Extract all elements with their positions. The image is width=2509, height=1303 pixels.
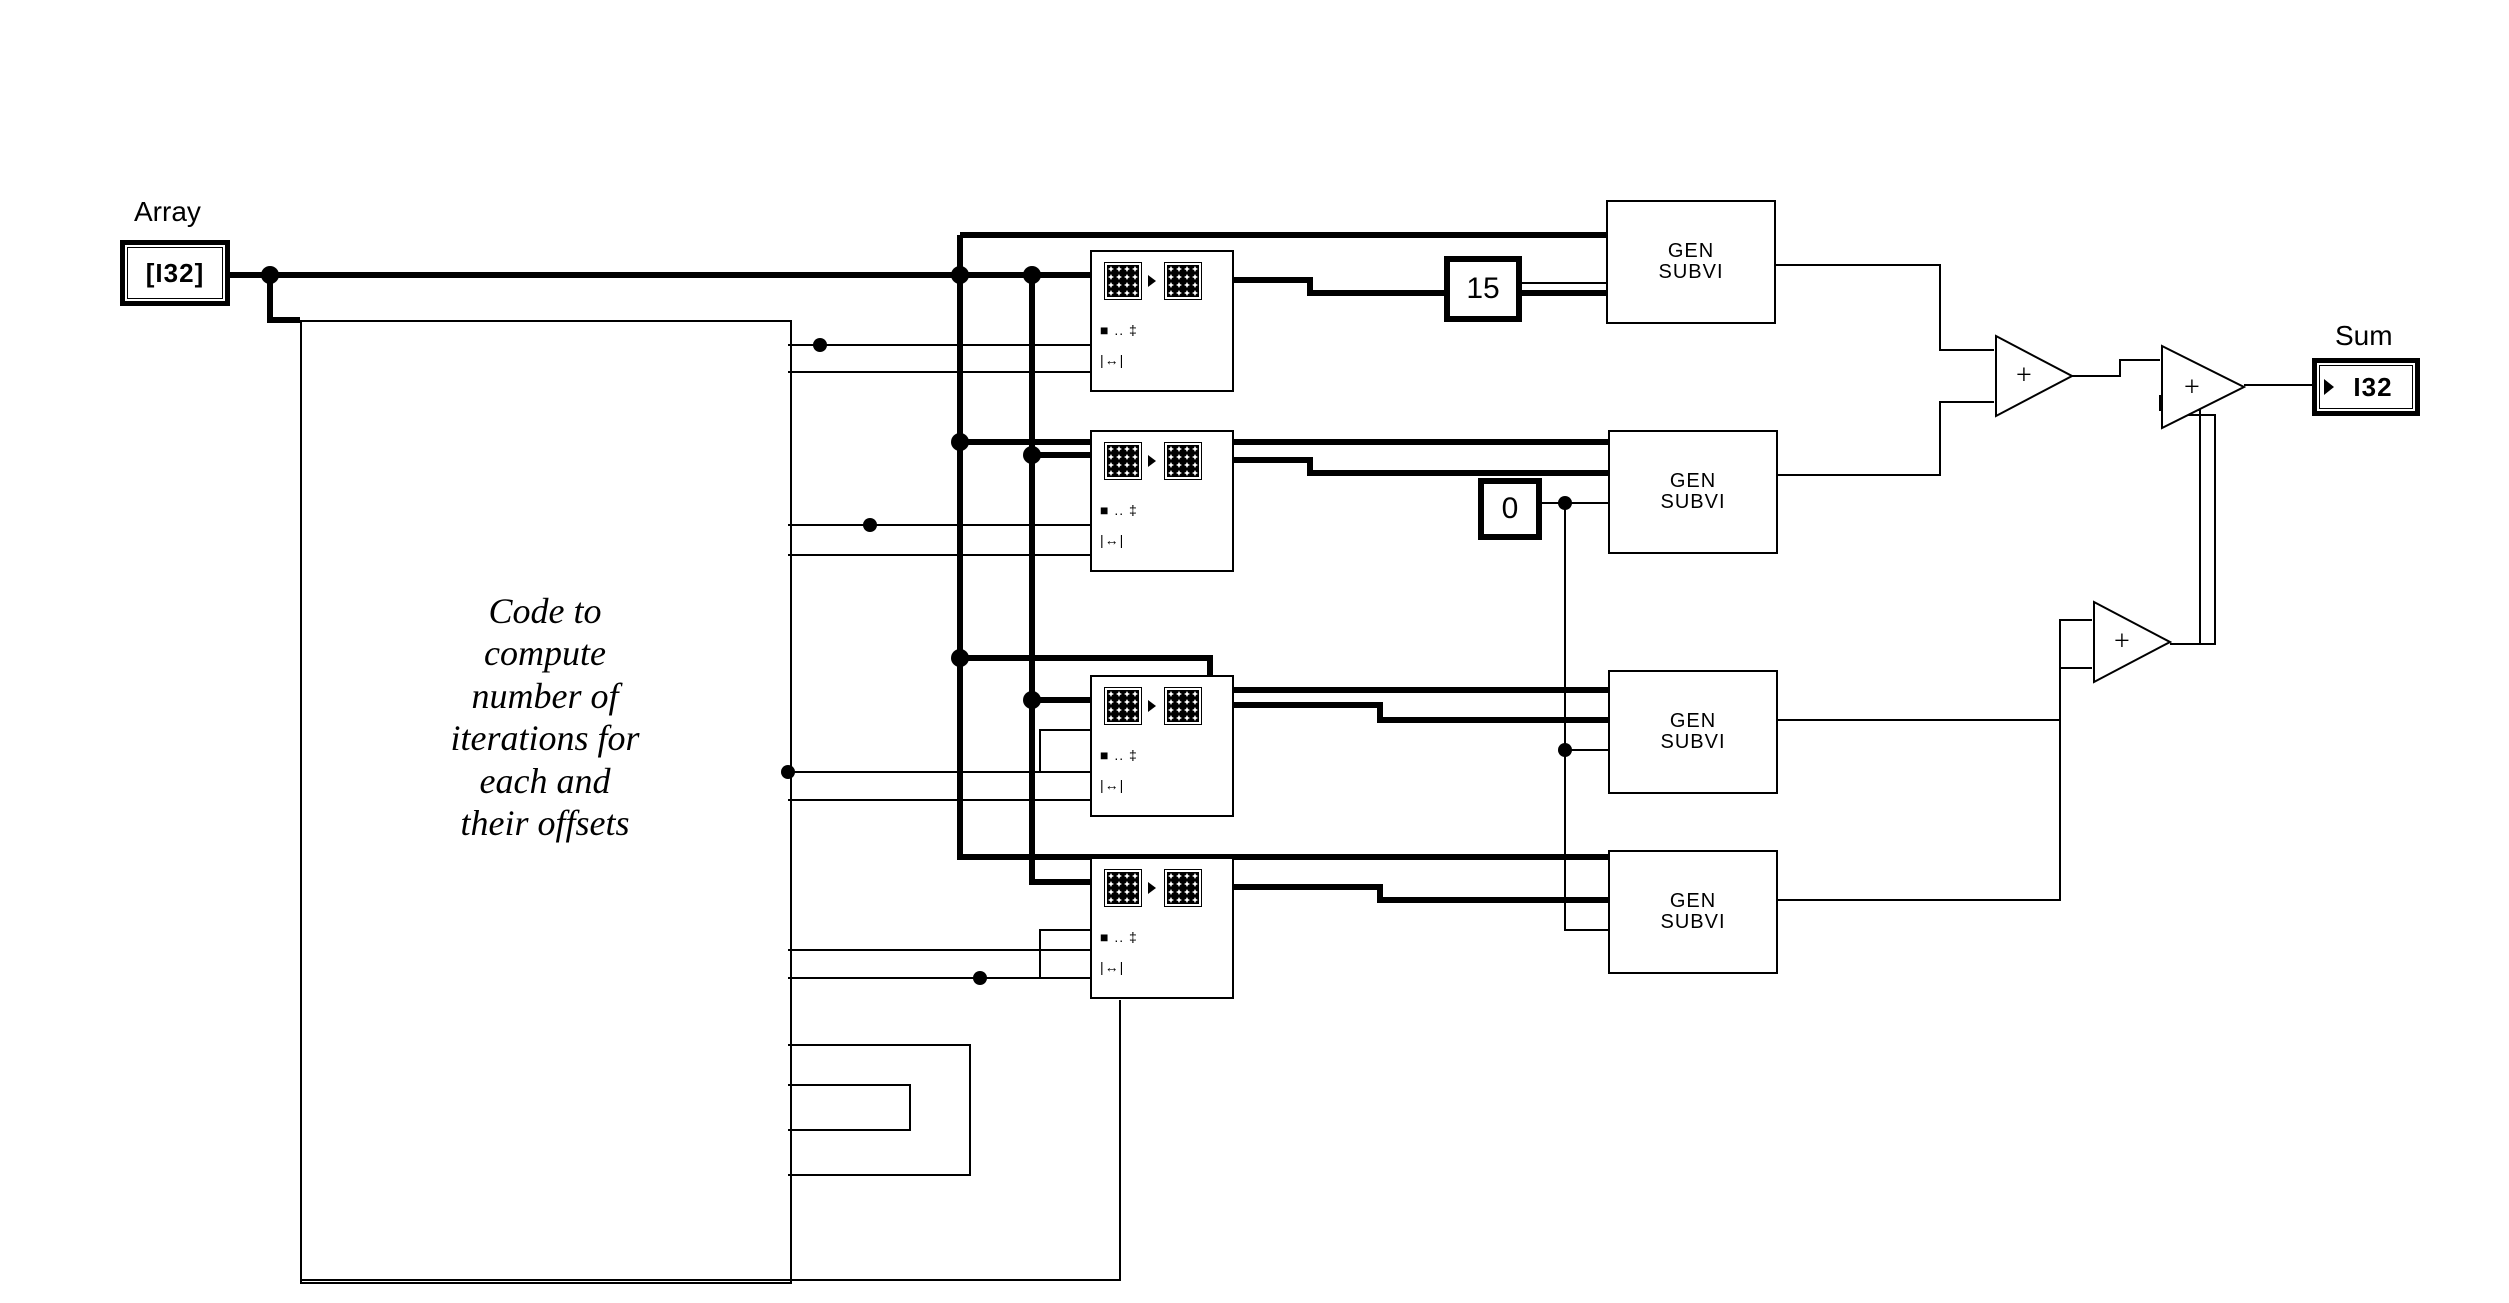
sum-type-text: I32: [2319, 365, 2413, 409]
gen-subvi-4[interactable]: GEN SUBVI: [1608, 850, 1778, 974]
add-node-3[interactable]: +: [2092, 600, 2172, 684]
array-subset-node-3[interactable]: ■ .. ‡ |↔|: [1090, 675, 1234, 817]
plus-icon: +: [2114, 626, 2130, 657]
array-control[interactable]: [I32]: [120, 240, 230, 306]
code-comment: Code to compute number of iterations for…: [340, 590, 750, 845]
plus-icon: +: [2184, 372, 2200, 403]
gen-subvi-3[interactable]: GEN SUBVI: [1608, 670, 1778, 794]
block-diagram: Array [I32] Sum I32 Code to compute numb…: [0, 0, 2509, 1303]
plus-icon: +: [2016, 360, 2032, 391]
add-node-2[interactable]: +: [2160, 344, 2246, 430]
gen-subvi-2[interactable]: GEN SUBVI: [1608, 430, 1778, 554]
sum-indicator[interactable]: I32: [2312, 358, 2420, 416]
array-subset-node-4[interactable]: ■ .. ‡ |↔|: [1090, 857, 1234, 999]
array-subset-node-1[interactable]: ■ .. ‡ |↔|: [1090, 250, 1234, 392]
gen-subvi-1[interactable]: GEN SUBVI: [1606, 200, 1776, 324]
array-control-label: Array: [134, 196, 201, 228]
array-subset-node-2[interactable]: ■ .. ‡ |↔|: [1090, 430, 1234, 572]
constant-0[interactable]: 0: [1478, 478, 1542, 540]
add-node-1[interactable]: +: [1994, 334, 2074, 418]
constant-15[interactable]: 15: [1444, 256, 1522, 322]
array-type-text: [I32]: [127, 247, 223, 299]
sum-indicator-label: Sum: [2335, 320, 2393, 352]
